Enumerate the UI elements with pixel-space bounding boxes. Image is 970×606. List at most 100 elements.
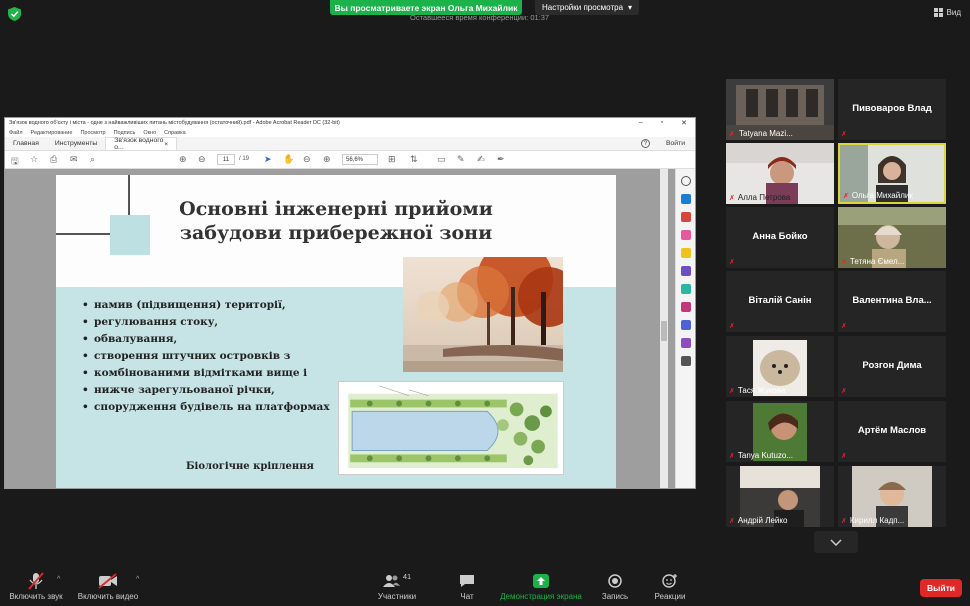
view-label: Вид [946, 8, 961, 17]
participant-tile[interactable]: ✗ Тася Жукова [726, 336, 834, 397]
view-options-button[interactable]: Настройки просмотра ▾ [535, 0, 640, 15]
tab-close-icon[interactable]: × [164, 141, 168, 148]
participant-tile[interactable]: Розгон Дима ✗ [838, 336, 946, 397]
mic-muted-icon: ✗ [841, 517, 847, 525]
record-button[interactable]: Запись [597, 572, 633, 601]
fit-page-icon[interactable]: ⊞ [388, 154, 396, 165]
more-tools-icon[interactable] [680, 356, 691, 366]
tab-tools[interactable]: Инструменты [47, 137, 105, 150]
chat-icon [460, 575, 474, 587]
draw-icon[interactable]: ✍ [477, 154, 485, 165]
tab-home[interactable]: Главная [5, 137, 47, 150]
participant-name: Ольга Михайлик [851, 191, 913, 200]
participants-button[interactable]: 41 Участники [372, 572, 422, 601]
shield-icon[interactable] [8, 7, 21, 21]
list-item-continuation: комбінованими відмітками вище і [82, 365, 330, 382]
combine-icon[interactable] [680, 266, 691, 276]
participant-display-name: Пивоваров Влад [852, 103, 932, 114]
view-button[interactable]: Вид [933, 8, 961, 17]
menu-window[interactable]: Окно [143, 130, 156, 136]
participant-name: Алла Петрова [737, 193, 791, 202]
signin-button[interactable]: Войти [666, 140, 685, 147]
menu-sign[interactable]: Подпись [114, 130, 136, 136]
participant-tile-active-speaker[interactable]: ✗ Ольга Михайлик [838, 143, 946, 204]
sign-icon[interactable]: ✒ [497, 154, 505, 165]
participant-tile[interactable]: ✗ Андрій Лейко [726, 466, 834, 527]
comment-tool-icon[interactable] [680, 248, 691, 258]
participant-tile[interactable]: Віталій Санін ✗ [726, 271, 834, 332]
signature-icon[interactable] [680, 338, 691, 348]
reactions-button[interactable]: Реакции [651, 572, 689, 601]
organize-icon[interactable] [680, 284, 691, 294]
chat-button[interactable]: Чат [451, 572, 483, 601]
menu-view[interactable]: Просмотр [80, 130, 105, 136]
mic-muted-icon: ✗ [729, 130, 735, 138]
list-item-continuation: нижче зарегульованої річки, [82, 382, 330, 399]
highlight-icon[interactable]: ✎ [457, 154, 465, 165]
participant-display-name: Розгон Дима [862, 360, 922, 371]
close-icon[interactable]: ✕ [681, 119, 687, 127]
mic-muted-icon: ✗ [729, 259, 735, 266]
share-screen-button[interactable]: Демонстрация экрана [498, 572, 584, 601]
leave-meeting-button[interactable]: Выйти [920, 579, 962, 597]
scrollbar-thumb[interactable] [661, 321, 667, 341]
menu-edit[interactable]: Редактирование [31, 130, 73, 136]
reaction-smiley-icon [662, 574, 677, 588]
list-item: намив (підвищення) території, [82, 297, 330, 314]
protect-icon[interactable] [680, 320, 691, 330]
participant-tile[interactable]: Артём Маслов ✗ [838, 401, 946, 462]
acrobat-window-title: Зв'язок водного об'єкту і міста - одне з… [9, 120, 340, 126]
maximize-icon[interactable]: ▫ [661, 119, 663, 127]
participant-tile[interactable]: Валентина Вла... ✗ [838, 271, 946, 332]
document-area[interactable]: Основні інженерні прийоми забудови прибе… [5, 169, 677, 488]
zoom-level-select[interactable]: 56,6% [342, 154, 378, 165]
participant-tile[interactable]: ✗ Tatyana Mazi... [726, 79, 834, 140]
slide-bullet-list: намив (підвищення) території, регулюванн… [82, 297, 330, 416]
chevron-down-icon: ▾ [628, 3, 633, 12]
gallery-next-button[interactable] [814, 531, 858, 553]
zoom-search-icon[interactable]: ⌕ [90, 154, 95, 165]
participant-tile[interactable]: ✗ Алла Петрова [726, 143, 834, 204]
edit-pdf-icon[interactable] [680, 230, 691, 240]
print-icon[interactable]: ⎙ [50, 154, 57, 165]
participant-tile[interactable]: Пивоваров Влад ✗ [838, 79, 946, 140]
mail-icon[interactable]: ✉ [70, 154, 78, 165]
participant-tile[interactable]: ✗ Кирилл Кадп... [838, 466, 946, 527]
share-screen-icon [533, 574, 549, 588]
zoom-in-icon[interactable]: ⊕ [323, 154, 331, 165]
export-pdf-icon[interactable] [680, 194, 691, 204]
participant-tile[interactable]: ✗ Тетяна Ємел... [838, 207, 946, 268]
scroll-mode-icon[interactable]: ⇅ [410, 154, 418, 165]
save-icon[interactable]: 🖫 [11, 154, 19, 170]
zoom-tool-icon[interactable] [680, 176, 691, 186]
slide-caption: Біологічне кріплення [186, 461, 314, 472]
fill-sign-icon[interactable] [680, 302, 691, 312]
participant-name: Андрій Лейко [737, 516, 788, 525]
menu-file[interactable]: Файл [9, 130, 23, 136]
acrobat-toolbar: 🖫 ☆ ⎙ ✉ ⌕ ⊕ ⊖ 11 / 19 ➤ ✋ ⊖ ⊕ 56,6% ⊞ ⇅ … [5, 151, 695, 169]
tab-document[interactable]: Зв'язок водного о... × [105, 137, 178, 151]
start-video-button[interactable]: Включить видео [75, 572, 141, 601]
mic-muted-icon: ✗ [729, 323, 735, 330]
participant-name: Тася Жукова [737, 386, 786, 395]
help-icon[interactable]: ? [640, 139, 650, 148]
minimize-icon[interactable]: – [639, 119, 643, 127]
page-number-input[interactable]: 11 [217, 154, 235, 165]
participant-tile[interactable]: Анна Бойко ✗ [726, 207, 834, 268]
select-cursor-icon[interactable]: ➤ [264, 154, 272, 165]
slide-title: Основні інженерні прийоми забудови прибе… [56, 197, 616, 245]
slide-title-line2: забудови прибережної зони [179, 222, 493, 244]
start-video-label: Включить видео [77, 592, 139, 601]
vertical-scrollbar[interactable] [660, 169, 668, 488]
audio-options-caret-icon[interactable]: ^ [57, 576, 60, 583]
hand-tool-icon[interactable]: ✋ [283, 154, 294, 165]
comment-icon[interactable]: ▭ [437, 154, 446, 165]
page-up-icon[interactable]: ⊕ [179, 154, 187, 165]
create-pdf-icon[interactable] [680, 212, 691, 222]
video-options-caret-icon[interactable]: ^ [136, 576, 139, 583]
page-down-icon[interactable]: ⊖ [198, 154, 206, 165]
menu-help[interactable]: Справка [164, 130, 186, 136]
participant-tile[interactable]: ✗ Tanya Kutuzo... [726, 401, 834, 462]
bookmark-star-icon[interactable]: ☆ [30, 154, 38, 165]
zoom-out-icon[interactable]: ⊖ [303, 154, 311, 165]
